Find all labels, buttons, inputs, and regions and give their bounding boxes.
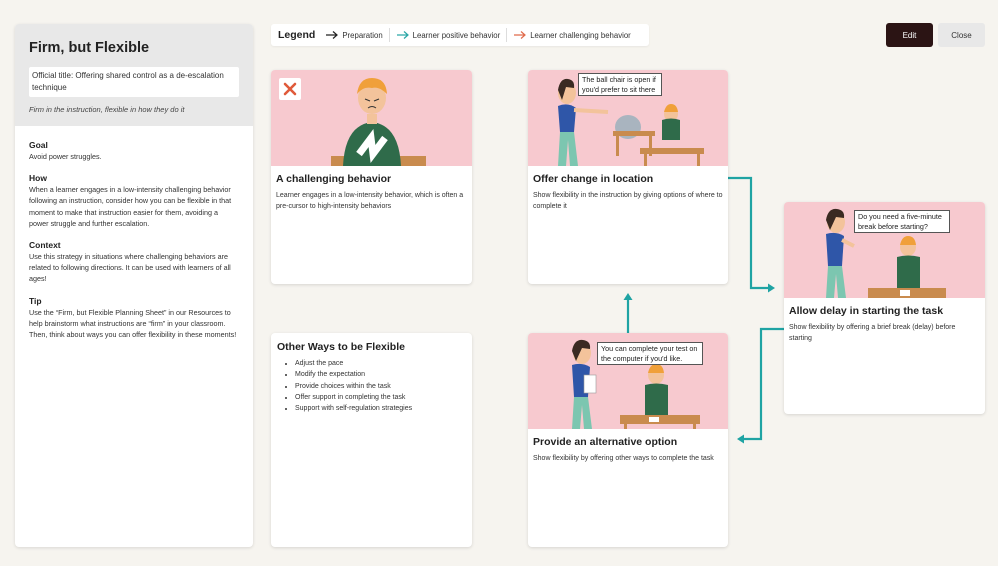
- list-item: Provide choices within the task: [295, 381, 466, 392]
- card-body: Provide an alternative option Show flexi…: [528, 429, 728, 471]
- card-description: Learner engages in a low-intensity behav…: [276, 192, 464, 210]
- card-allow-delay[interactable]: Do you need a five-minute break before s…: [784, 202, 985, 414]
- card-provide-alternative[interactable]: You can complete your test on the comput…: [528, 333, 728, 547]
- card-body: Other Ways to be Flexible Adjust the pac…: [271, 333, 472, 422]
- card-offer-change-location[interactable]: The ball chair is open if you'd prefer t…: [528, 70, 728, 284]
- speech-bubble: The ball chair is open if you'd prefer t…: [578, 73, 662, 96]
- card-description: Show flexibility by offering other ways …: [533, 455, 714, 462]
- card-illustration: Do you need a five-minute break before s…: [784, 202, 985, 298]
- card-title: Other Ways to be Flexible: [277, 341, 405, 353]
- list-item: Offer support in completing the task: [295, 392, 466, 403]
- card-other-ways: Other Ways to be Flexible Adjust the pac…: [271, 333, 472, 547]
- card-description: Show flexibility by offering a brief bre…: [789, 324, 956, 342]
- card-title: A challenging behavior: [276, 173, 392, 185]
- arrowhead: [768, 283, 775, 293]
- speech-bubble: Do you need a five-minute break before s…: [854, 210, 950, 233]
- ways-list: Adjust the pace Modify the expectation P…: [277, 358, 466, 414]
- card-title: Allow delay in starting the task: [789, 305, 944, 317]
- list-item: Support with self-regulation strategies: [295, 403, 466, 414]
- card-challenging-behavior[interactable]: A challenging behavior Learner engages i…: [271, 70, 472, 284]
- card-body: A challenging behavior Learner engages i…: [271, 166, 472, 219]
- card-title: Offer change in location: [533, 173, 654, 185]
- arrow-location-to-delay: [728, 176, 772, 290]
- arrowhead: [737, 434, 744, 444]
- frustrated-learner-illustration: [331, 78, 426, 166]
- list-item: Adjust the pace: [295, 358, 466, 369]
- arrowhead: [623, 293, 633, 300]
- card-body: Offer change in location Show flexibilit…: [528, 166, 728, 219]
- list-item: Modify the expectation: [295, 369, 466, 380]
- speech-bubble: You can complete your test on the comput…: [597, 342, 703, 365]
- arrow-delay-to-alternative: [740, 327, 784, 441]
- card-illustration: [271, 70, 472, 166]
- card-illustration: You can complete your test on the comput…: [528, 333, 728, 429]
- card-body: Allow delay in starting the task Show fl…: [784, 298, 985, 351]
- card-description: Show flexibility in the instruction by g…: [533, 192, 723, 210]
- card-illustration: The ball chair is open if you'd prefer t…: [528, 70, 728, 166]
- card-title: Provide an alternative option: [533, 436, 678, 448]
